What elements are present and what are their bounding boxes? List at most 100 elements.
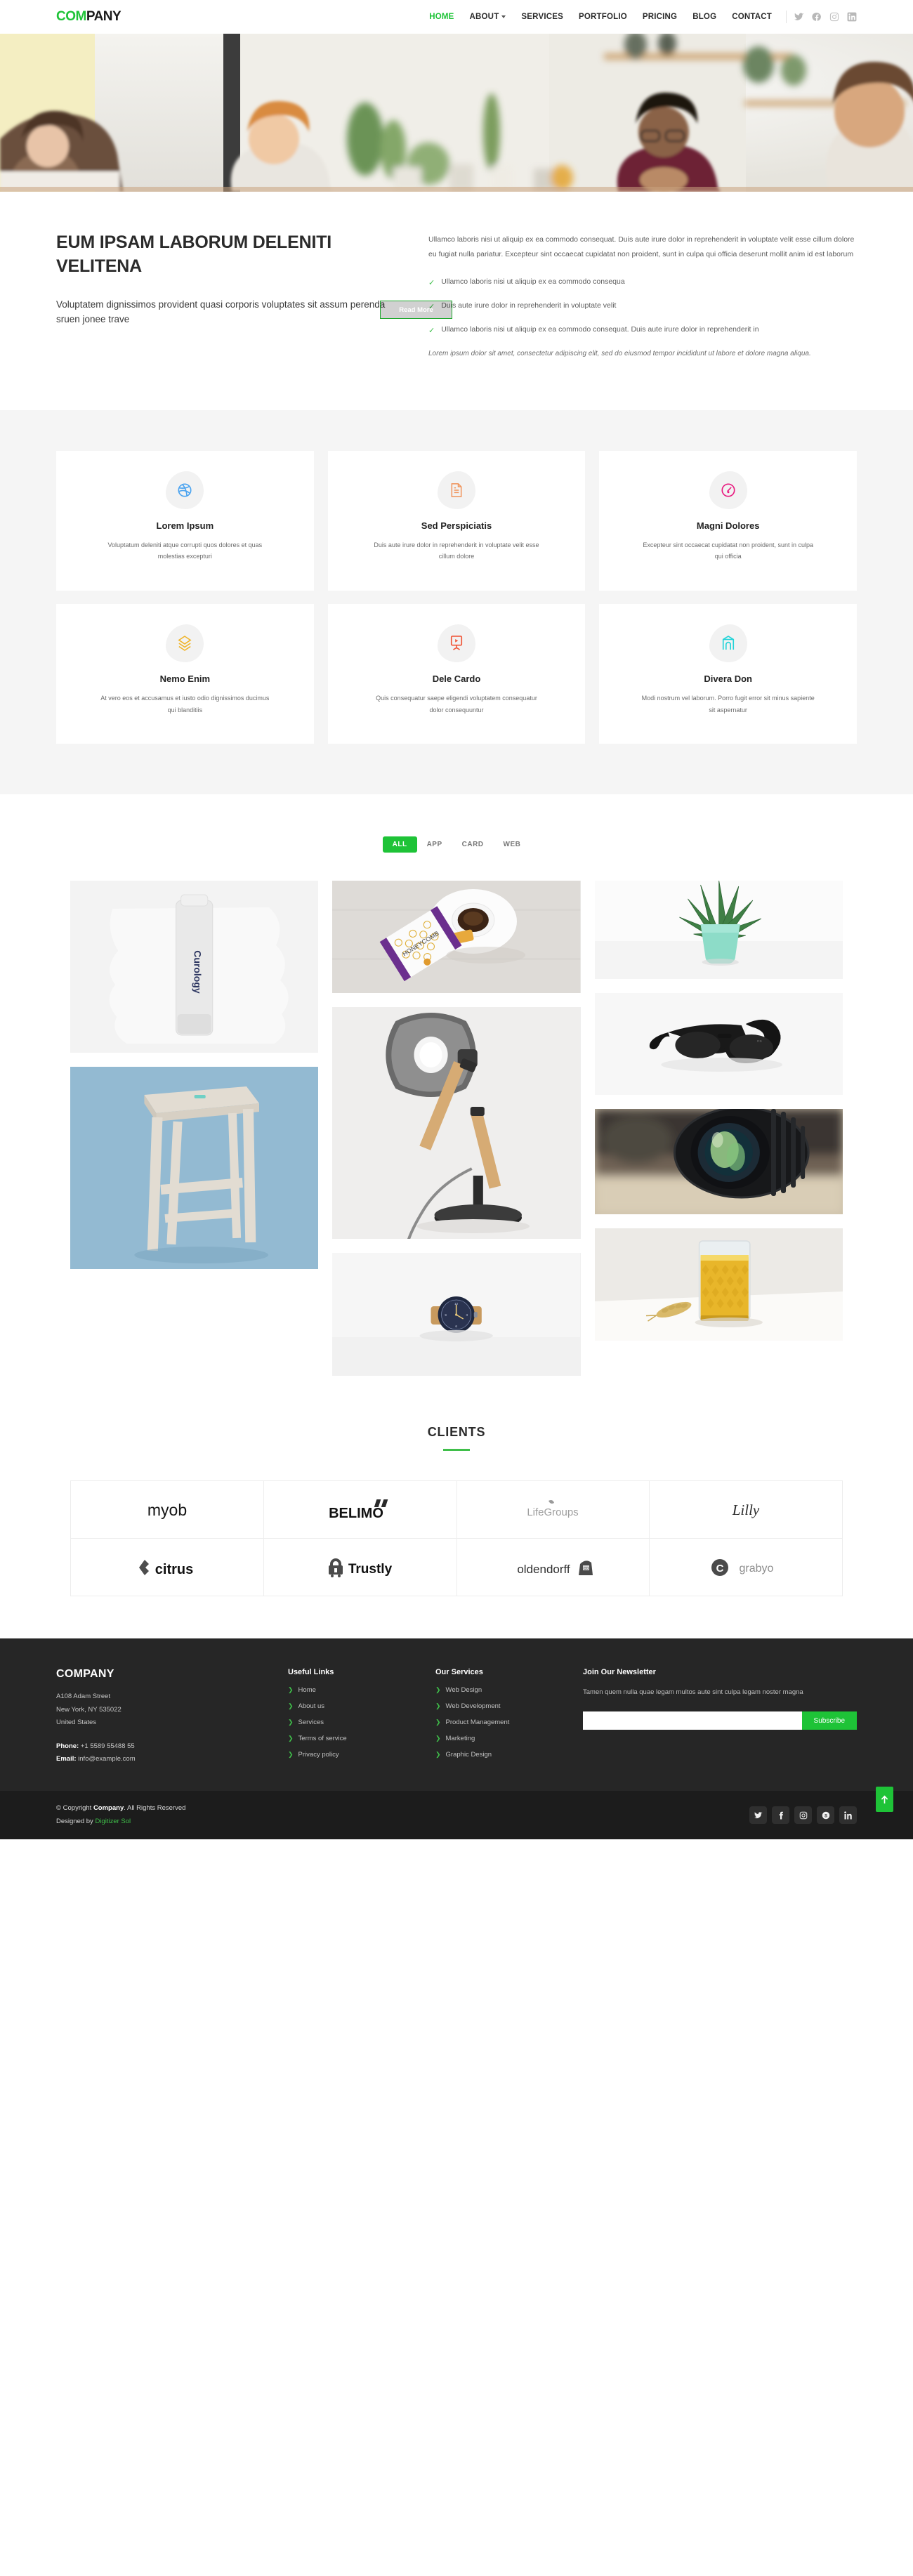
lifegroups-logo: LifeGroups [527, 1499, 579, 1518]
about-section: EUM IPSAM LABORUM DELENITI VELITENA Volu… [0, 192, 913, 410]
client-logo-lilly[interactable]: Lilly [650, 1481, 843, 1539]
camera-lens-photo[interactable] [594, 1109, 843, 1215]
potted-succulent-photo[interactable] [594, 881, 843, 980]
nav-label: ABOUT [469, 13, 499, 21]
footer-link-privacy[interactable]: ❯ Privacy policy [288, 1751, 435, 1759]
service-card-divera-don[interactable]: Divera Don Modi nostrum vel laborum. Por… [599, 603, 858, 744]
service-card-magni-dolores[interactable]: Magni Dolores Excepteur sint occaecat cu… [599, 450, 858, 591]
service-card-nemo-enim[interactable]: Nemo Enim At vero eos et accusamus et iu… [56, 603, 314, 744]
client-logo-trustly[interactable]: Trustly [263, 1539, 457, 1597]
footer-services-column: Our Services ❯ Web Design ❯ Web Developmen… [435, 1668, 583, 1767]
chevron-right-icon: ❯ [435, 1686, 441, 1694]
link-label: Services [298, 1719, 324, 1727]
wristwatch-photo[interactable]: 12 3 6 9 [332, 1253, 581, 1376]
service-card-lorem-ipsum[interactable]: Lorem Ipsum Voluptatum deleniti atque co… [56, 450, 314, 591]
gauge-icon [721, 483, 735, 497]
nav-item-blog[interactable]: BLOG [685, 13, 724, 21]
coffee-cup-photo[interactable]: HONEYCOMB [332, 881, 581, 994]
desk-lamp-photo[interactable] [332, 1007, 581, 1240]
svg-text:S: S [824, 1814, 827, 1818]
belimo-logo: BELIMO [329, 1499, 388, 1521]
phone-value: +1 5589 55488 55 [79, 1742, 135, 1750]
client-logo-myob[interactable]: myob [71, 1481, 264, 1539]
nav-item-home[interactable]: HOME [421, 13, 461, 21]
copyright-brand: Company [93, 1804, 124, 1813]
footer-service-web-development[interactable]: ❯ Web Development [435, 1702, 583, 1710]
filter-tab-all[interactable]: ALL [382, 836, 417, 853]
site-logo[interactable]: COMPANY [56, 9, 121, 25]
filter-tab-card[interactable]: CARD [452, 836, 494, 853]
designer-link[interactable]: Digitizer Sol [95, 1818, 131, 1825]
service-card-dele-cardo[interactable]: Dele Cardo Quis consequatur saepe eligen… [327, 603, 586, 744]
list-item: ✓ Duis aute irure dolor in reprehenderit … [428, 299, 857, 315]
service-icon-wrap [166, 624, 204, 662]
service-label: Web Design [445, 1686, 482, 1695]
beer-glass-photo[interactable] [594, 1228, 843, 1341]
footer-service-marketing[interactable]: ❯ Marketing [435, 1735, 583, 1742]
twitter-icon[interactable] [749, 1806, 767, 1825]
check-icon: ✓ [428, 279, 435, 287]
nav-item-about[interactable]: ABOUT [462, 13, 514, 21]
read-more-button[interactable]: Read More [380, 301, 452, 319]
about-bullet-list: ✓ Ullamco laboris nisi ut aliquip ex ea c… [428, 275, 857, 339]
footer-link-home[interactable]: ❯ Home [288, 1686, 435, 1694]
back-to-top-button[interactable] [876, 1787, 893, 1813]
services-row-2: Nemo Enim At vero eos et accusamus et iu… [56, 603, 858, 744]
service-title: Lorem Ipsum [156, 520, 214, 531]
wooden-stool-photo[interactable] [70, 1067, 319, 1270]
link-label: Terms of service [298, 1735, 347, 1743]
service-text: Quis consequatur saepe eligendi voluptat… [376, 694, 537, 714]
skype-icon[interactable]: S [817, 1806, 834, 1825]
address-line: United States [56, 1719, 97, 1727]
service-icon-wrap [438, 624, 475, 662]
instagram-icon[interactable] [829, 12, 839, 22]
footer-email-row: Email: info@example.com [56, 1753, 288, 1766]
footer-brand-column: COMPANY A108 Adam Street New York, NY 53… [56, 1668, 288, 1767]
twitter-icon[interactable] [794, 12, 804, 22]
footer-service-graphic-design[interactable]: ❯ Graphic Design [435, 1751, 583, 1759]
facebook-icon[interactable] [812, 12, 822, 22]
nav-item-contact[interactable]: CONTACT [724, 13, 780, 21]
nav-item-services[interactable]: SERVICES [513, 13, 571, 21]
client-logo-citrus[interactable]: citrus [71, 1539, 264, 1597]
client-logo-belimo[interactable]: BELIMO [263, 1481, 457, 1539]
about-right-column: Ullamco laboris nisi ut aliquip ex ea co… [428, 231, 857, 361]
service-title: Dele Cardo [432, 673, 481, 684]
client-logo-grabyo[interactable]: C grabyo [650, 1539, 843, 1597]
filter-tab-web[interactable]: WEB [494, 836, 531, 853]
subscribe-button[interactable]: Subscribe [801, 1711, 857, 1730]
oldendorff-logo: oldendorff CO [518, 1560, 593, 1576]
bullet-text: Duis aute irure dolor in reprehenderit i… [441, 301, 617, 310]
clients-title: CLIENTS [427, 1425, 486, 1440]
citrus-logo: citrus [138, 1559, 193, 1577]
curology-bottle-photo[interactable]: Curology [70, 881, 319, 1053]
footer-link-services[interactable]: ❯ Services [288, 1719, 435, 1726]
client-logo-lifegroups[interactable]: LifeGroups [456, 1481, 650, 1539]
client-logo-oldendorff[interactable]: oldendorff CO [456, 1539, 650, 1597]
services-section: Lorem Ipsum Voluptatum deleniti atque co… [0, 409, 913, 795]
footer-service-product-management[interactable]: ❯ Product Management [435, 1719, 583, 1726]
footer-link-terms[interactable]: ❯ Terms of service [288, 1735, 435, 1742]
service-title: Sed Perspiciatis [421, 520, 492, 531]
service-card-sed-perspiciatis[interactable]: Sed Perspiciatis Duis aute irure dolor i… [327, 450, 586, 591]
link-label: Home [298, 1686, 316, 1695]
linkedin-icon[interactable] [847, 12, 857, 22]
filter-tab-app[interactable]: APP [417, 836, 452, 853]
about-heading: EUM IPSAM LABORUM DELENITI VELITENA [56, 232, 332, 276]
newsletter-email-input[interactable] [583, 1711, 802, 1730]
about-emphasis-text: Lorem ipsum dolor sit amet, consectetur … [428, 349, 811, 357]
linkedin-icon[interactable] [839, 1806, 857, 1825]
check-icon: ✓ [428, 326, 435, 335]
sunglasses-photo[interactable]: RB [594, 993, 843, 1096]
page-root: COMPANY HOME ABOUT SERVICES PORTFOLIO PR… [0, 0, 913, 1840]
facebook-icon[interactable] [772, 1806, 789, 1825]
presentation-icon [450, 636, 463, 651]
service-text: Modi nostrum vel laborum. Porro fugit er… [641, 694, 815, 714]
instagram-icon[interactable] [794, 1806, 812, 1825]
clients-title-underline [443, 1449, 470, 1452]
footer-service-web-design[interactable]: ❯ Web Design [435, 1686, 583, 1694]
footer-link-about-us[interactable]: ❯ About us [288, 1702, 435, 1710]
myob-logo: myob [147, 1501, 187, 1519]
nav-item-portfolio[interactable]: PORTFOLIO [571, 13, 635, 21]
nav-item-pricing[interactable]: PRICING [635, 13, 685, 21]
